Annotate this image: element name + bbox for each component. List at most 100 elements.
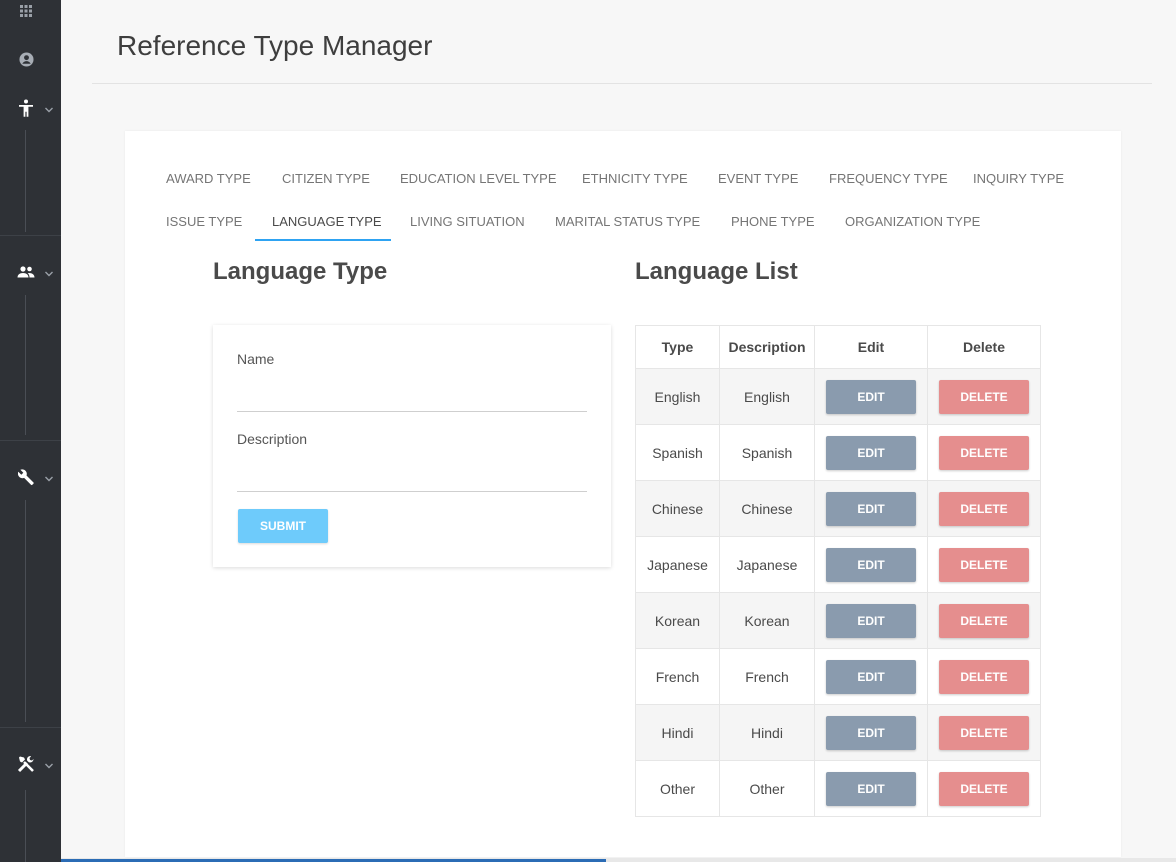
tools-icon[interactable]: [17, 755, 35, 773]
table-row: Japanese Japanese EDIT DELETE: [635, 536, 1041, 593]
column-header-type: Type: [635, 325, 720, 369]
type-cell: French: [635, 648, 720, 705]
edit-cell: EDIT: [814, 704, 928, 761]
delete-button[interactable]: DELETE: [939, 603, 1029, 638]
edit-button[interactable]: EDIT: [826, 491, 916, 526]
delete-cell: DELETE: [927, 424, 1041, 481]
nav-guide-line: [25, 295, 26, 435]
type-cell: Chinese: [635, 480, 720, 537]
people-icon[interactable]: [17, 263, 35, 281]
tab-marital-status-type[interactable]: MARITAL STATUS TYPE: [555, 214, 700, 229]
tab-frequency-type[interactable]: FREQUENCY TYPE: [829, 171, 948, 186]
delete-button[interactable]: DELETE: [939, 715, 1029, 750]
edit-button[interactable]: EDIT: [826, 659, 916, 694]
delete-button[interactable]: DELETE: [939, 659, 1029, 694]
description-cell: Korean: [719, 592, 815, 649]
nav-guide-line: [25, 130, 26, 232]
accessibility-icon[interactable]: [17, 99, 35, 117]
description-cell: English: [719, 368, 815, 425]
chevron-down-icon[interactable]: [44, 761, 54, 771]
delete-button[interactable]: DELETE: [939, 771, 1029, 806]
table-row: English English EDIT DELETE: [635, 368, 1041, 425]
edit-button[interactable]: EDIT: [826, 379, 916, 414]
chevron-down-icon[interactable]: [44, 269, 54, 279]
description-cell: Other: [719, 760, 815, 817]
tab-language-type[interactable]: LANGUAGE TYPE: [272, 214, 382, 229]
description-cell: Hindi: [719, 704, 815, 761]
description-cell: Chinese: [719, 480, 815, 537]
tab-issue-type[interactable]: ISSUE TYPE: [166, 214, 242, 229]
delete-cell: DELETE: [927, 536, 1041, 593]
edit-button[interactable]: EDIT: [826, 435, 916, 470]
submit-button[interactable]: SUBMIT: [238, 509, 328, 543]
tab-living-situation[interactable]: LIVING SITUATION: [410, 214, 525, 229]
delete-cell: DELETE: [927, 368, 1041, 425]
delete-cell: DELETE: [927, 648, 1041, 705]
delete-button[interactable]: DELETE: [939, 379, 1029, 414]
chevron-down-icon[interactable]: [44, 474, 54, 484]
edit-button[interactable]: EDIT: [826, 547, 916, 582]
divider: [0, 440, 61, 441]
delete-cell: DELETE: [927, 592, 1041, 649]
tab-organization-type[interactable]: ORGANIZATION TYPE: [845, 214, 980, 229]
description-input[interactable]: [237, 464, 587, 492]
type-cell: Japanese: [635, 536, 720, 593]
edit-cell: EDIT: [814, 368, 928, 425]
delete-button[interactable]: DELETE: [939, 491, 1029, 526]
chevron-down-icon[interactable]: [44, 105, 54, 115]
sidebar: [0, 0, 61, 862]
language-table: Type Description Edit Delete English Eng…: [635, 325, 1041, 817]
apps-grid-icon[interactable]: [17, 2, 35, 20]
tab-event-type[interactable]: EVENT TYPE: [718, 171, 798, 186]
edit-cell: EDIT: [814, 592, 928, 649]
title-divider: [92, 83, 1152, 84]
tab-education-level-type[interactable]: EDUCATION LEVEL TYPE: [400, 171, 557, 186]
table-row: Hindi Hindi EDIT DELETE: [635, 704, 1041, 761]
table-row: Korean Korean EDIT DELETE: [635, 592, 1041, 649]
column-header-edit: Edit: [814, 325, 928, 369]
language-form: Name Description SUBMIT: [213, 325, 611, 567]
account-circle-icon[interactable]: [17, 50, 35, 68]
description-cell: French: [719, 648, 815, 705]
table-row: Spanish Spanish EDIT DELETE: [635, 424, 1041, 481]
tab-inquiry-type[interactable]: INQUIRY TYPE: [973, 171, 1064, 186]
table-row: French French EDIT DELETE: [635, 648, 1041, 705]
divider: [0, 727, 61, 728]
edit-cell: EDIT: [814, 480, 928, 537]
table-header-row: Type Description Edit Delete: [635, 325, 1041, 369]
tab-ethnicity-type[interactable]: ETHNICITY TYPE: [582, 171, 688, 186]
type-cell: Spanish: [635, 424, 720, 481]
edit-cell: EDIT: [814, 536, 928, 593]
tab-citizen-type[interactable]: CITIZEN TYPE: [282, 171, 370, 186]
divider: [0, 235, 61, 236]
delete-button[interactable]: DELETE: [939, 547, 1029, 582]
description-cell: Japanese: [719, 536, 815, 593]
column-header-description: Description: [719, 325, 815, 369]
type-cell: Korean: [635, 592, 720, 649]
description-label: Description: [237, 431, 308, 447]
name-input[interactable]: [237, 384, 587, 412]
type-cell: English: [635, 368, 720, 425]
list-title: Language List: [635, 258, 798, 285]
type-cell: Hindi: [635, 704, 720, 761]
edit-button[interactable]: EDIT: [826, 715, 916, 750]
nav-guide-line: [25, 790, 26, 862]
table-row: Other Other EDIT DELETE: [635, 760, 1041, 817]
delete-button[interactable]: DELETE: [939, 435, 1029, 470]
page-title: Reference Type Manager: [117, 30, 433, 61]
column-header-delete: Delete: [927, 325, 1041, 369]
table-row: Chinese Chinese EDIT DELETE: [635, 480, 1041, 537]
nav-guide-line: [25, 500, 26, 722]
tab-award-type[interactable]: AWARD TYPE: [166, 171, 251, 186]
tab-phone-type[interactable]: PHONE TYPE: [731, 214, 815, 229]
wrench-icon[interactable]: [17, 468, 35, 486]
description-cell: Spanish: [719, 424, 815, 481]
form-title: Language Type: [213, 258, 388, 285]
edit-cell: EDIT: [814, 424, 928, 481]
edit-button[interactable]: EDIT: [826, 771, 916, 806]
delete-cell: DELETE: [927, 704, 1041, 761]
delete-cell: DELETE: [927, 480, 1041, 537]
delete-cell: DELETE: [927, 760, 1041, 817]
edit-cell: EDIT: [814, 760, 928, 817]
edit-button[interactable]: EDIT: [826, 603, 916, 638]
